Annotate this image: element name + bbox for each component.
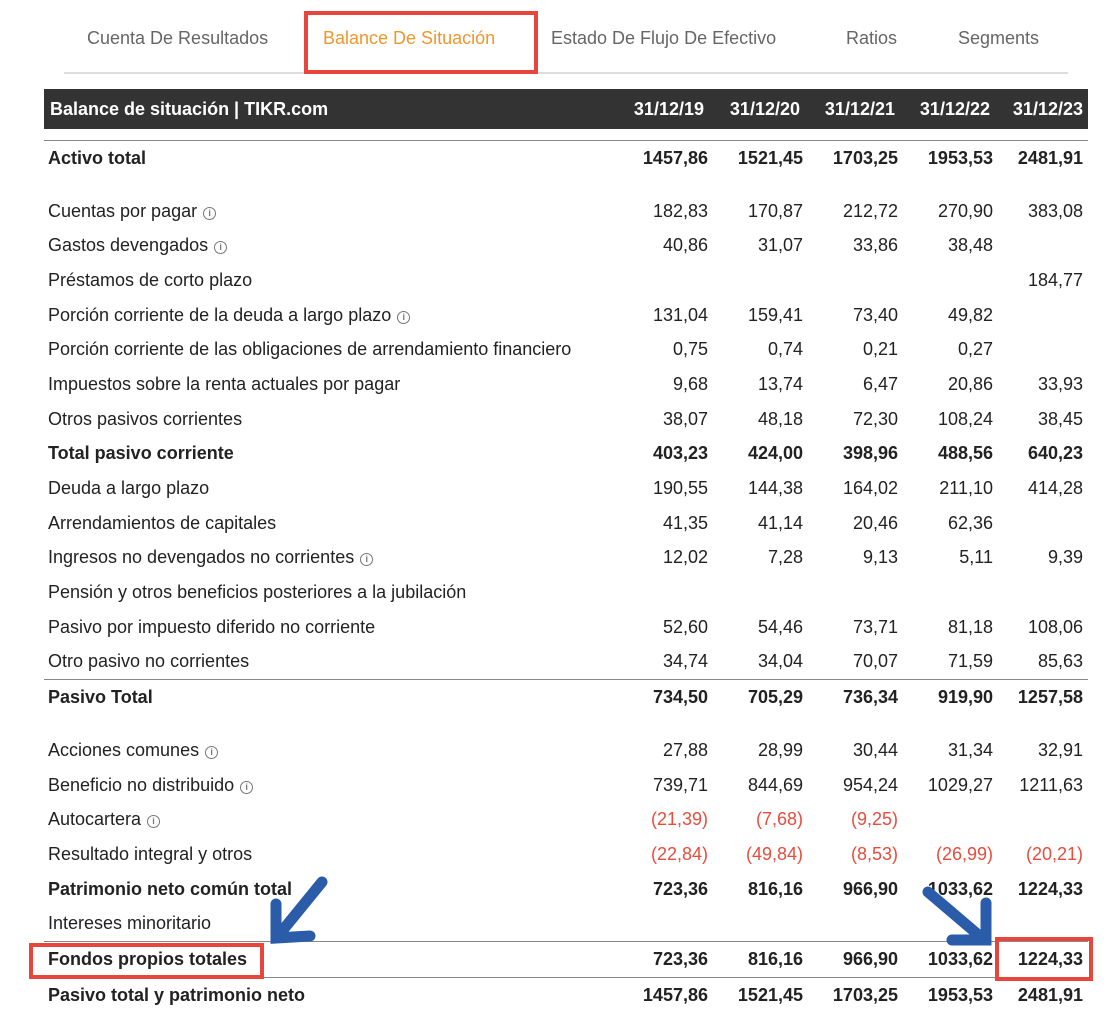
arrow-right-icon <box>922 886 992 946</box>
arrow-left-icon <box>270 876 328 944</box>
annotation-arrows <box>270 876 992 946</box>
